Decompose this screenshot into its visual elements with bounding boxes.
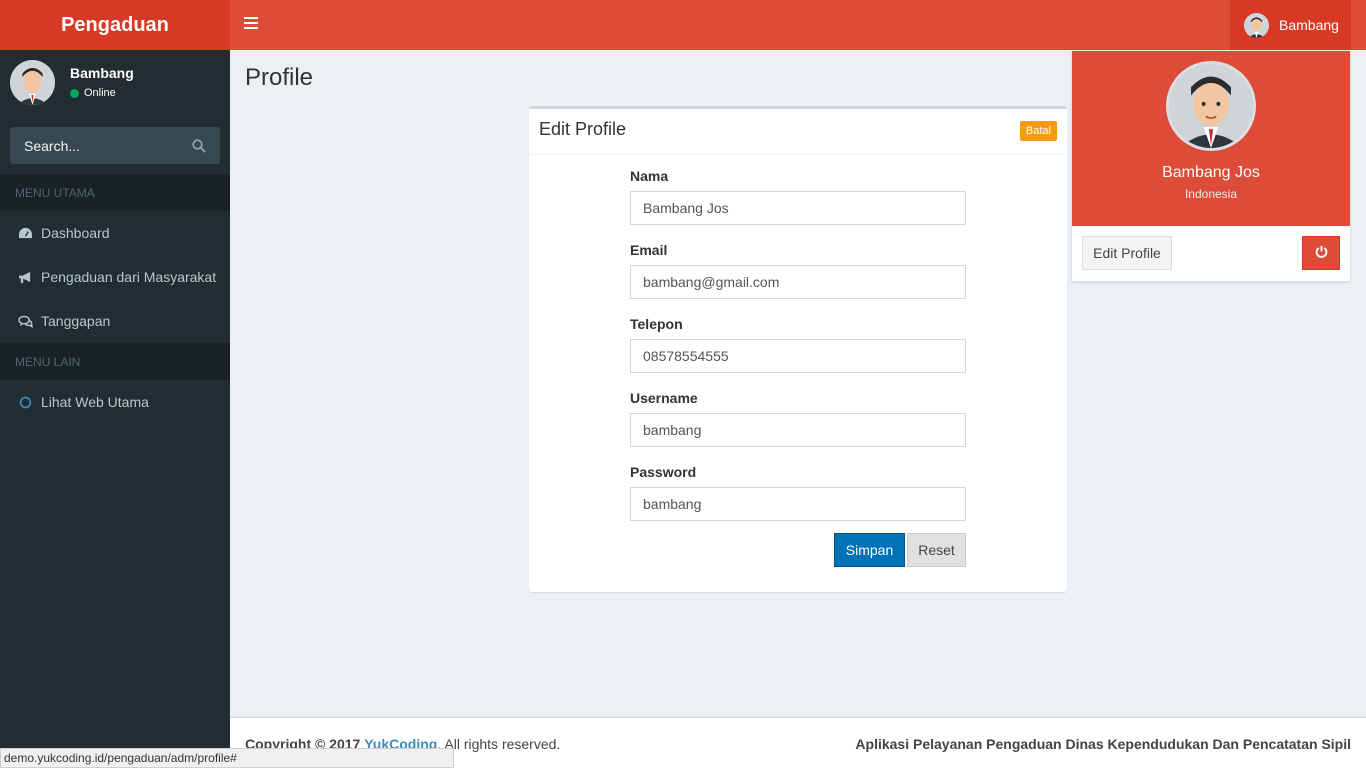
user-profile-dropdown: Bambang Jos Indonesia Edit Profile <box>1072 51 1350 281</box>
sidebar-item-dashboard[interactable]: Dashboard <box>0 211 230 255</box>
avatar-icon <box>1244 12 1269 38</box>
sidebar: Bambang Online MENU UTAMA Dashboard Peng… <box>0 50 230 768</box>
email-label: Email <box>630 242 668 258</box>
avatar-icon <box>10 60 55 105</box>
avatar-icon <box>1166 61 1256 151</box>
dropdown-user-subtitle: Indonesia <box>1184 187 1238 201</box>
circle-icon <box>17 394 33 410</box>
nama-input[interactable] <box>630 191 966 225</box>
telepon-input[interactable] <box>630 339 966 373</box>
email-input[interactable] <box>630 265 966 299</box>
menu-header-utama: MENU UTAMA <box>0 174 230 211</box>
password-label: Password <box>630 464 697 480</box>
sidebar-toggle-icon[interactable] <box>244 17 258 29</box>
sidebar-item-web-utama[interactable]: Lihat Web Utama <box>0 380 230 424</box>
browser-status-url: demo.yukcoding.id/pengaduan/adm/profile# <box>0 748 454 768</box>
top-navbar: Pengaduan Bambang <box>0 0 1366 50</box>
sidebar-item-pengaduan[interactable]: Pengaduan dari Masyarakat <box>0 255 230 299</box>
logout-button[interactable] <box>1302 236 1340 270</box>
edit-profile-box: Edit Profile Batal Nama Email Telepon Us… <box>529 106 1067 592</box>
bullhorn-icon <box>17 269 33 285</box>
sidebar-item-tanggapan[interactable]: Tanggapan <box>0 299 230 343</box>
user-menu[interactable]: Bambang <box>1230 0 1351 50</box>
nama-label: Nama <box>630 168 669 184</box>
reset-button[interactable]: Reset <box>907 533 966 567</box>
sidebar-user-name: Bambang <box>70 65 134 81</box>
dropdown-header: Bambang Jos Indonesia <box>1072 51 1350 226</box>
power-icon <box>1315 245 1328 261</box>
sidebar-search <box>10 127 220 164</box>
online-status[interactable]: Online <box>70 87 134 99</box>
user-menu-name: Bambang <box>1279 17 1339 33</box>
page-title: Profile <box>245 64 314 91</box>
online-dot-icon <box>70 88 79 98</box>
edit-profile-button[interactable]: Edit Profile <box>1082 236 1172 270</box>
username-input[interactable] <box>630 413 966 447</box>
dashboard-icon <box>17 225 33 241</box>
footer-app-name: Aplikasi Pelayanan Pengaduan Dinas Kepen… <box>855 736 1351 752</box>
box-header: Edit Profile Batal <box>529 109 1067 155</box>
search-icon[interactable] <box>192 139 206 156</box>
search-input[interactable] <box>10 127 180 164</box>
password-input[interactable] <box>630 487 966 521</box>
cancel-button[interactable]: Batal <box>1019 121 1057 141</box>
save-button[interactable]: Simpan <box>834 533 905 567</box>
box-title: Edit Profile <box>539 119 627 139</box>
dropdown-user-name: Bambang Jos <box>1162 164 1260 181</box>
comments-icon <box>17 313 33 329</box>
menu-header-lain: MENU LAIN <box>0 343 230 380</box>
username-label: Username <box>630 390 698 406</box>
app-logo[interactable]: Pengaduan <box>0 0 230 50</box>
telepon-label: Telepon <box>630 316 683 332</box>
sidebar-user-panel: Bambang Online <box>10 60 220 110</box>
